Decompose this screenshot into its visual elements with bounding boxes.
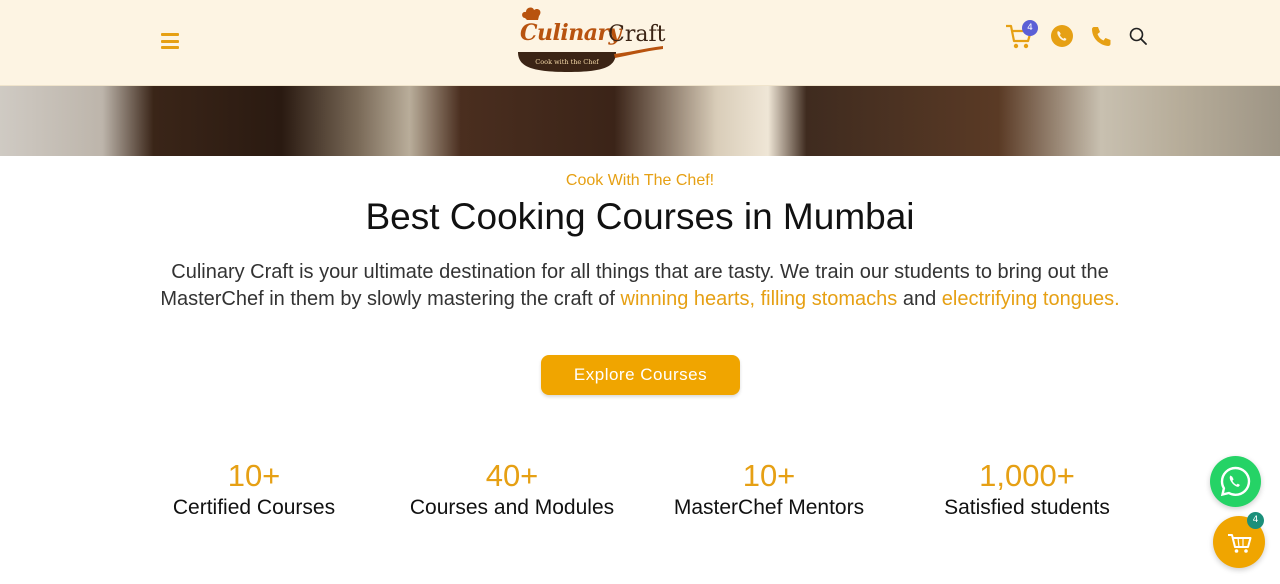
desc-text-2: and [897,287,942,310]
stat-label: Courses and Modules [409,496,615,519]
page-title: Best Cooking Courses in Mumbai [365,196,915,237]
stat-masterchef-mentors: 10+ MasterChef Mentors [639,458,899,522]
hero-description: Culinary Craft is your ultimate destinat… [120,259,1160,312]
hero-banner-image [0,86,1280,156]
stat-value: 10+ [227,458,281,493]
whatsapp-icon[interactable] [1050,24,1074,48]
logo-word-text: Craft [608,22,666,47]
stat-courses-modules: 40+ Courses and Modules [382,458,642,522]
explore-courses-button[interactable]: Explore Courses [541,355,740,395]
stat-satisfied-students: 1,000+ Satisfied students [897,458,1157,522]
desc-highlight-1: winning hearts, filling stomachs [620,287,898,310]
floating-cart-count-badge: 4 [1247,512,1264,529]
search-icon[interactable] [1129,27,1147,45]
site-logo[interactable]: Culinary Craft Cook with the Chef [516,6,666,76]
stat-label: Satisfied students [944,496,1110,519]
site-header: Culinary Craft Cook with the Chef 4 [0,0,1280,86]
stat-certified-courses: 10+ Certified Courses [124,458,384,522]
stat-label: Certified Courses [172,496,336,519]
stat-value: 10+ [742,458,796,493]
phone-icon[interactable] [1090,25,1112,47]
stat-label: MasterChef Mentors [673,496,865,519]
logo-tagline: Cook with the Chef [535,58,599,66]
cart-count-badge: 4 [1022,20,1038,36]
stat-value: 40+ [485,458,539,493]
hero-eyebrow: Cook With The Chef! [565,172,715,189]
whatsapp-icon [1220,466,1251,497]
stat-value: 1,000+ [979,458,1075,493]
desc-highlight-2: electrifying tongues. [941,287,1120,310]
logo-script-text: Culinary [520,20,621,46]
floating-whatsapp-button[interactable] [1210,456,1261,507]
hamburger-menu-icon[interactable] [161,33,179,49]
